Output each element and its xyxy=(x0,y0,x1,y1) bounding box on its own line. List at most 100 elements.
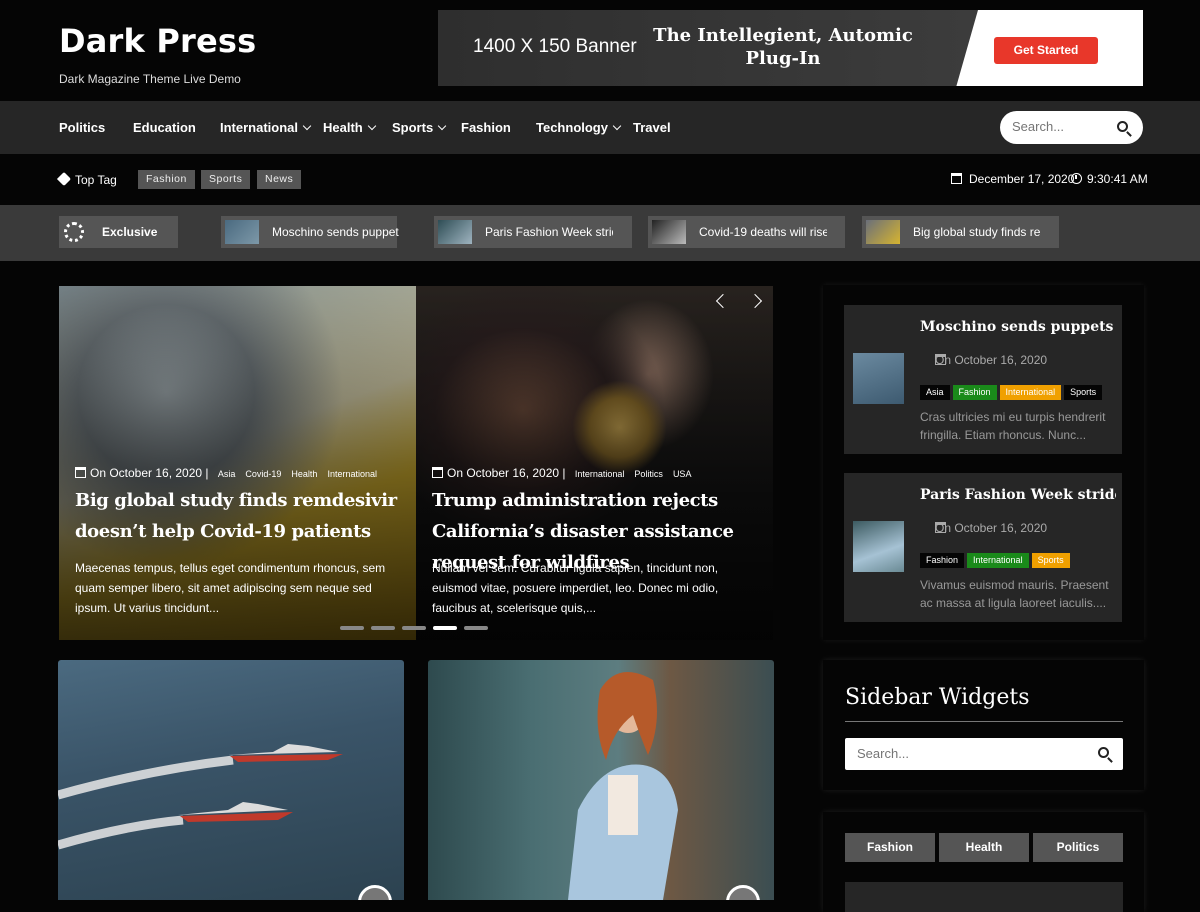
search-icon[interactable] xyxy=(1098,747,1109,758)
sidebar-search-input[interactable] xyxy=(857,746,1077,761)
slider-dot[interactable] xyxy=(464,626,488,630)
post-title[interactable]: Paris Fashion Week strides ... xyxy=(920,487,1116,503)
slide-excerpt: Maecenas tempus, tellus eget condimentum… xyxy=(75,561,386,615)
top-tag-sports[interactable]: Sports xyxy=(201,170,251,189)
category-link[interactable]: Politics xyxy=(634,469,663,479)
current-date: December 17, 2020 xyxy=(969,172,1075,186)
search-icon[interactable] xyxy=(1117,121,1128,132)
nav-item-international[interactable]: International xyxy=(220,101,312,154)
jets-illustration xyxy=(58,744,343,850)
nav-item-education[interactable]: Education xyxy=(133,101,196,154)
top-tag-fashion[interactable]: Fashion xyxy=(138,170,195,189)
post-date: On October 16, 2020 xyxy=(935,521,1048,535)
nav-item-fashion[interactable]: Fashion xyxy=(461,101,511,154)
post-card-jets[interactable] xyxy=(58,660,404,900)
chevron-down-icon xyxy=(302,121,312,131)
slider-dot[interactable] xyxy=(340,626,364,630)
post-card-fashion[interactable] xyxy=(428,660,774,900)
slider-dot[interactable] xyxy=(371,626,395,630)
woman-illustration xyxy=(568,672,678,900)
banner-size-text: 1400 X 150 Banner xyxy=(473,36,637,57)
category-link[interactable]: International xyxy=(575,469,625,479)
get-started-button[interactable]: Get Started xyxy=(994,37,1098,64)
category-link[interactable]: Covid-19 xyxy=(245,469,281,479)
header-search-input[interactable] xyxy=(1012,119,1112,134)
slide-title[interactable]: Big global study finds remdesivir doesn’… xyxy=(75,485,405,547)
nav-item-technology[interactable]: Technology xyxy=(536,101,622,154)
site-header: Dark Press Dark Magazine Theme Live Demo… xyxy=(0,0,1200,101)
nav-label: Health xyxy=(323,120,363,135)
featured-slider[interactable]: On October 16, 2020 | Asia Covid-19 Health… xyxy=(59,286,773,640)
slide-date: On October 16, 2020 | xyxy=(447,466,566,480)
ticker-item[interactable]: Paris Fashion Week strid xyxy=(434,216,632,248)
category-link[interactable]: Asia xyxy=(218,469,236,479)
side-post-card[interactable]: Moschino sends puppets do... On October … xyxy=(844,305,1122,454)
calendar-icon xyxy=(75,467,86,478)
exclusive-label: Exclusive xyxy=(102,225,158,239)
ticker-title: Big global study finds re xyxy=(913,225,1041,239)
ad-banner[interactable]: 1400 X 150 Banner The Intellegient, Auto… xyxy=(438,10,1143,86)
post-date: On October 16, 2020 xyxy=(935,353,1048,367)
nav-item-travel[interactable]: Travel xyxy=(633,101,671,154)
ticker-title: Covid-19 deaths will rise xyxy=(699,225,827,239)
category-chip[interactable]: Sports xyxy=(1064,385,1103,400)
sidebar-tabs-widget: Fashion Health Politics xyxy=(823,812,1144,912)
category-chip[interactable]: Asia xyxy=(920,385,950,400)
tab-politics[interactable]: Politics xyxy=(1033,833,1123,862)
category-chip[interactable]: Sports xyxy=(1031,553,1070,568)
category-chip[interactable]: Fashion xyxy=(952,385,997,400)
calendar-icon xyxy=(951,173,962,184)
widget-title: Sidebar Widgets xyxy=(845,685,1030,710)
calendar-icon xyxy=(935,522,946,533)
slide[interactable]: On October 16, 2020 | International Polit… xyxy=(416,286,773,640)
site-logo[interactable]: Dark Press xyxy=(59,22,256,60)
chevron-down-icon xyxy=(612,121,622,131)
nav-item-health[interactable]: Health xyxy=(323,101,376,154)
sidebar-search[interactable] xyxy=(845,738,1123,770)
tab-fashion[interactable]: Fashion xyxy=(845,833,935,862)
site-tagline: Dark Magazine Theme Live Demo xyxy=(59,72,241,86)
tab-health[interactable]: Health xyxy=(939,833,1029,862)
ticker-item[interactable]: Covid-19 deaths will rise xyxy=(648,216,845,248)
nav-label: Politics xyxy=(59,120,106,135)
ticker-thumbnail xyxy=(438,220,472,244)
nav-item-sports[interactable]: Sports xyxy=(392,101,447,154)
category-chip[interactable]: International xyxy=(967,553,1029,568)
nav-label: Technology xyxy=(536,120,608,135)
tab-content-preview xyxy=(845,882,1123,912)
post-categories: Asia Fashion International Sports xyxy=(920,382,1105,400)
slider-dot-active[interactable] xyxy=(433,626,457,630)
side-post-card[interactable]: Paris Fashion Week strides ... On Octobe… xyxy=(844,473,1122,622)
post-title[interactable]: Moschino sends puppets do... xyxy=(920,319,1116,335)
category-chip[interactable]: International xyxy=(999,385,1062,400)
category-chip[interactable]: Fashion xyxy=(920,553,965,568)
slide-excerpt: Nullam vel sem. Curabitur ligula sapien,… xyxy=(432,561,719,615)
chevron-down-icon xyxy=(437,121,447,131)
banner-headline: The Intellegient, Automic Plug-In xyxy=(653,25,913,69)
category-link[interactable]: Health xyxy=(291,469,317,479)
calendar-icon xyxy=(432,467,443,478)
category-link[interactable]: International xyxy=(327,469,377,479)
sidebar-search-widget: Sidebar Widgets xyxy=(823,660,1144,790)
slide[interactable]: On October 16, 2020 | Asia Covid-19 Health… xyxy=(59,286,416,640)
ticker-title: Moschino sends puppet xyxy=(272,225,399,239)
top-tag-news[interactable]: News xyxy=(257,170,302,189)
slide-date: On October 16, 2020 | xyxy=(90,466,209,480)
nav-label: Education xyxy=(133,120,196,135)
post-categories: Fashion International Sports xyxy=(920,550,1073,568)
nav-label: Fashion xyxy=(461,120,511,135)
exclusive-label-box: Exclusive xyxy=(59,216,178,248)
current-time: 9:30:41 AM xyxy=(1087,172,1148,186)
header-search[interactable] xyxy=(1000,111,1143,144)
ticker-title: Paris Fashion Week strid xyxy=(485,225,613,239)
ticker-item[interactable]: Big global study finds re xyxy=(862,216,1059,248)
category-link[interactable]: USA xyxy=(673,469,692,479)
post-thumbnail xyxy=(853,521,904,572)
ticker-thumbnail xyxy=(225,220,259,244)
post-excerpt: Cras ultricies mi eu turpis hendrerit fr… xyxy=(920,410,1106,442)
slider-dot[interactable] xyxy=(402,626,426,630)
post-thumbnail xyxy=(853,353,904,404)
nav-item-politics[interactable]: Politics xyxy=(59,101,105,154)
ticker-item[interactable]: Moschino sends puppet xyxy=(221,216,399,248)
post-excerpt: Vivamus euismod mauris. Praesent ac mass… xyxy=(920,578,1109,610)
